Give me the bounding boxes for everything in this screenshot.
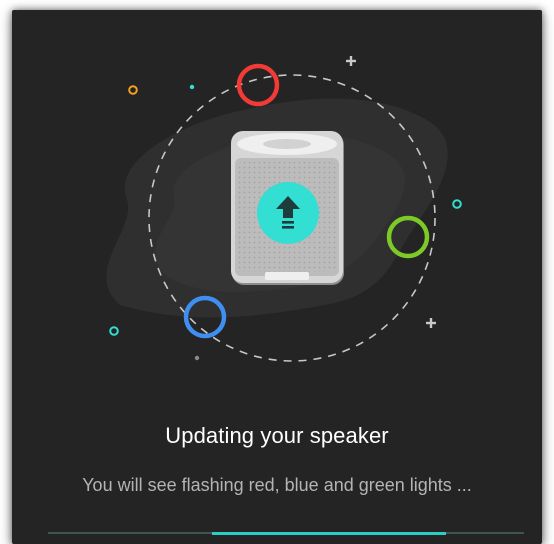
red-light-ring: [236, 63, 280, 107]
update-dialog: Updating your speaker You will see flash…: [12, 10, 542, 544]
teal-dot-top: [189, 84, 195, 90]
sparkle-top: [346, 56, 356, 66]
upload-badge: [257, 182, 319, 244]
orange-dot: [128, 85, 138, 95]
sparkle-bottom: [426, 318, 436, 328]
dialog-title: Updating your speaker: [165, 423, 389, 448]
grey-dot: [194, 355, 200, 361]
progress-indicator: [212, 532, 446, 535]
teal-ring-left: [109, 326, 119, 336]
teal-ring-right: [452, 199, 462, 209]
speaker-update-illustration: [106, 56, 462, 362]
dialog-message: You will see flashing red, blue and gree…: [82, 475, 472, 495]
